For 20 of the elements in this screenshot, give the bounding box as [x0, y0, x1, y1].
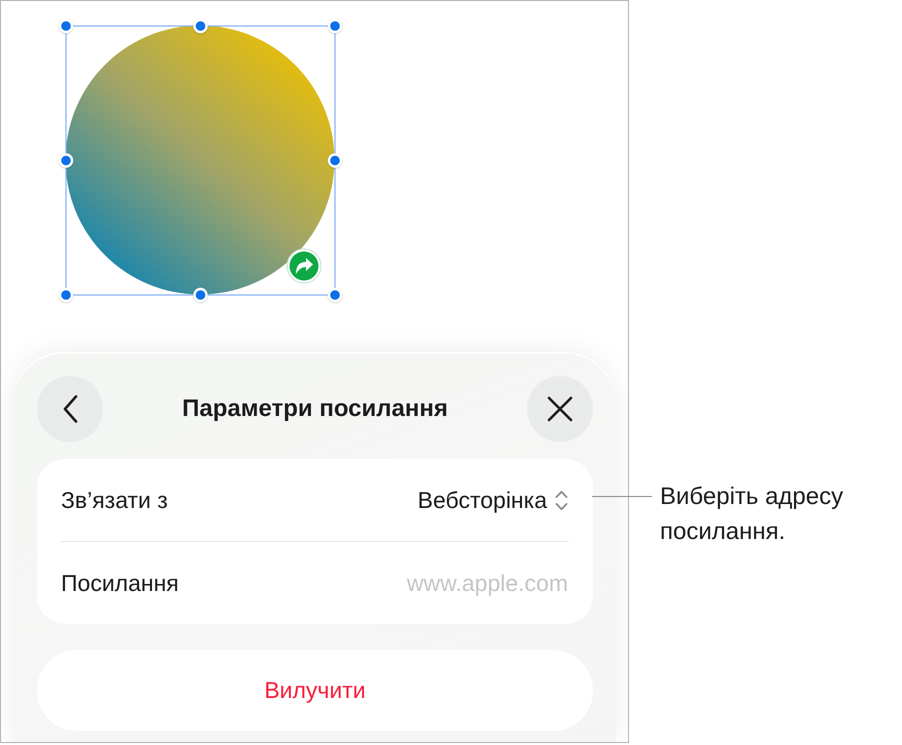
- link-type-popup[interactable]: Вебсторінка: [418, 486, 568, 514]
- up-down-chevron-icon: [555, 490, 568, 510]
- chevron-left-icon: [62, 395, 78, 423]
- close-icon: [546, 396, 573, 422]
- resize-handle[interactable]: [328, 153, 342, 168]
- resize-handle[interactable]: [58, 288, 74, 302]
- resize-handle[interactable]: [328, 18, 342, 34]
- row-label: Посилання: [61, 570, 179, 596]
- arrow-badge-icon[interactable]: [286, 248, 322, 284]
- resize-handle[interactable]: [58, 153, 74, 168]
- resize-handle[interactable]: [193, 288, 208, 302]
- resize-handle[interactable]: [328, 288, 342, 302]
- leader-line: [592, 496, 652, 497]
- sheet-title: Параметри посилання: [182, 395, 448, 423]
- delete-button[interactable]: Вилучити: [37, 650, 593, 731]
- resize-handle[interactable]: [193, 18, 208, 34]
- callout-text: Виберіть адресу посилання.: [660, 482, 844, 547]
- row-label: Зв’язати з: [61, 486, 168, 514]
- url-field[interactable]: www.apple.com: [338, 570, 568, 596]
- resize-handle[interactable]: [58, 18, 74, 34]
